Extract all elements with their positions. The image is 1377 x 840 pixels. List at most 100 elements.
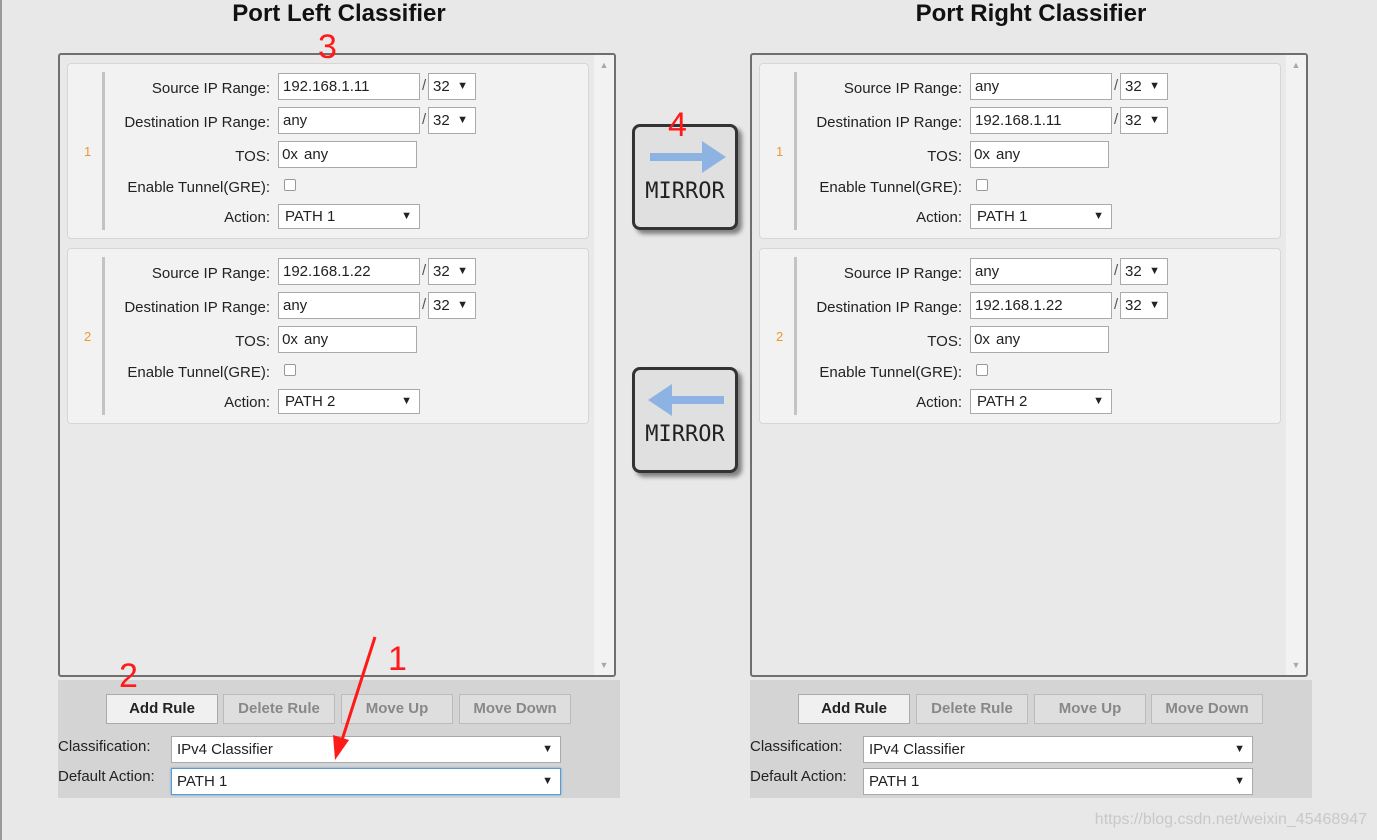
source-ip-label: Source IP Range: [151,80,270,97]
annotation-4: 4 [668,106,687,144]
destination-ip-input[interactable]: 192.168.1.11 [970,107,1112,134]
left-rules-list[interactable]: ▲ ▼ 1 Source IP Range: 192.168.1.11 / 32… [58,53,616,677]
move-down-button[interactable]: Move Down [1151,694,1263,724]
default-action-value: PATH 1 [869,773,920,790]
left-panel-title: Port Left Classifier [232,0,446,27]
rule-divider [794,72,797,230]
classification-select[interactable]: IPv4 Classifier ▼ [171,736,561,763]
tos-input[interactable]: any [301,326,417,353]
action-select[interactable]: PATH 1 ▼ [970,204,1112,229]
source-mask-select[interactable]: 32 ▼ [1120,258,1168,285]
tos-input[interactable]: any [301,141,417,168]
source-mask-value: 32 [1125,78,1142,95]
tunnel-checkbox[interactable] [976,364,988,376]
default-action-select[interactable]: PATH 1 ▼ [863,768,1253,795]
source-ip-input[interactable]: 192.168.1.11 [278,73,420,100]
destination-ip-input[interactable]: any [278,292,420,319]
default-action-label: Default Action: [750,768,847,785]
dropdown-arrow-icon: ▼ [401,395,412,407]
default-action-value: PATH 1 [177,773,228,790]
tos-label: TOS: [927,333,962,350]
move-down-button[interactable]: Move Down [459,694,571,724]
source-mask-select[interactable]: 32 ▼ [428,258,476,285]
delete-rule-button[interactable]: Delete Rule [223,694,335,724]
tunnel-label: Enable Tunnel(GRE): [819,179,962,196]
tunnel-checkbox[interactable] [284,179,296,191]
delete-rule-button[interactable]: Delete Rule [916,694,1028,724]
action-label: Action: [916,209,962,226]
dropdown-arrow-icon: ▼ [1149,114,1160,126]
source-mask-select[interactable]: 32 ▼ [428,73,476,100]
right-rules-scrollbar[interactable]: ▲ ▼ [1286,55,1306,675]
tos-hex-prefix: 0x [278,141,302,168]
destination-mask-select[interactable]: 32 ▼ [428,292,476,319]
mask-separator: / [422,111,427,128]
dropdown-arrow-icon: ▼ [1149,80,1160,92]
add-rule-button[interactable]: Add Rule [106,694,218,724]
mirror-right-to-left-button[interactable]: MIRROR [632,367,738,473]
tos-input[interactable]: any [993,141,1109,168]
source-ip-input[interactable]: 192.168.1.22 [278,258,420,285]
right-panel-title: Port Right Classifier [915,0,1147,27]
destination-mask-select[interactable]: 32 ▼ [1120,292,1168,319]
mirror-label: MIRROR [645,422,725,447]
source-ip-input[interactable]: any [970,73,1112,100]
dropdown-arrow-icon: ▼ [457,265,468,277]
mask-separator: / [422,262,427,279]
arrow-shaft [650,153,704,161]
destination-mask-select[interactable]: 32 ▼ [1120,107,1168,134]
action-select[interactable]: PATH 2 ▼ [278,389,420,414]
destination-ip-label: Destination IP Range: [816,299,962,316]
dropdown-arrow-icon: ▼ [542,775,553,787]
destination-mask-select[interactable]: 32 ▼ [428,107,476,134]
left-rules-scrollbar[interactable]: ▲ ▼ [594,55,614,675]
tunnel-checkbox[interactable] [284,364,296,376]
dropdown-arrow-icon: ▼ [1093,395,1104,407]
destination-ip-input[interactable]: any [278,107,420,134]
action-select[interactable]: PATH 1 ▼ [278,204,420,229]
classification-label: Classification: [750,738,843,755]
tos-label: TOS: [235,333,270,350]
action-label: Action: [916,394,962,411]
tos-hex-prefix: 0x [970,326,994,353]
rule-divider [102,257,105,415]
action-value: PATH 2 [977,393,1028,410]
destination-ip-label: Destination IP Range: [124,299,270,316]
mask-separator: / [422,296,427,313]
tos-label: TOS: [927,148,962,165]
default-action-select[interactable]: PATH 1 ▼ [171,768,561,795]
source-mask-select[interactable]: 32 ▼ [1120,73,1168,100]
action-select[interactable]: PATH 2 ▼ [970,389,1112,414]
move-up-button[interactable]: Move Up [341,694,453,724]
destination-mask-value: 32 [433,112,450,129]
mask-separator: / [1114,77,1119,94]
source-mask-value: 32 [433,78,450,95]
tos-input[interactable]: any [993,326,1109,353]
action-label: Action: [224,394,270,411]
source-ip-input[interactable]: any [970,258,1112,285]
destination-ip-input[interactable]: 192.168.1.22 [970,292,1112,319]
add-rule-button[interactable]: Add Rule [798,694,910,724]
scroll-up-icon[interactable]: ▲ [1286,55,1306,75]
dropdown-arrow-icon: ▼ [1093,210,1104,222]
scroll-up-icon[interactable]: ▲ [594,55,614,75]
scroll-down-icon[interactable]: ▼ [594,655,614,675]
arrow-right-icon [650,141,726,173]
tunnel-checkbox[interactable] [976,179,988,191]
source-ip-label: Source IP Range: [151,265,270,282]
destination-mask-value: 32 [433,297,450,314]
scroll-down-icon[interactable]: ▼ [1286,655,1306,675]
move-up-button[interactable]: Move Up [1034,694,1146,724]
source-mask-value: 32 [1125,263,1142,280]
right-rules-list[interactable]: ▲ ▼ 1 Source IP Range: any / 32 ▼ Destina… [750,53,1308,677]
rule-number: 1 [776,144,784,159]
source-mask-value: 32 [433,263,450,280]
arrow-head [648,384,672,416]
rule-card: 1 Source IP Range: any / 32 ▼ Destination… [759,63,1281,239]
destination-mask-value: 32 [1125,297,1142,314]
destination-mask-value: 32 [1125,112,1142,129]
tos-label: TOS: [235,148,270,165]
mask-separator: / [1114,262,1119,279]
arrow-head [702,141,726,173]
classification-select[interactable]: IPv4 Classifier ▼ [863,736,1253,763]
